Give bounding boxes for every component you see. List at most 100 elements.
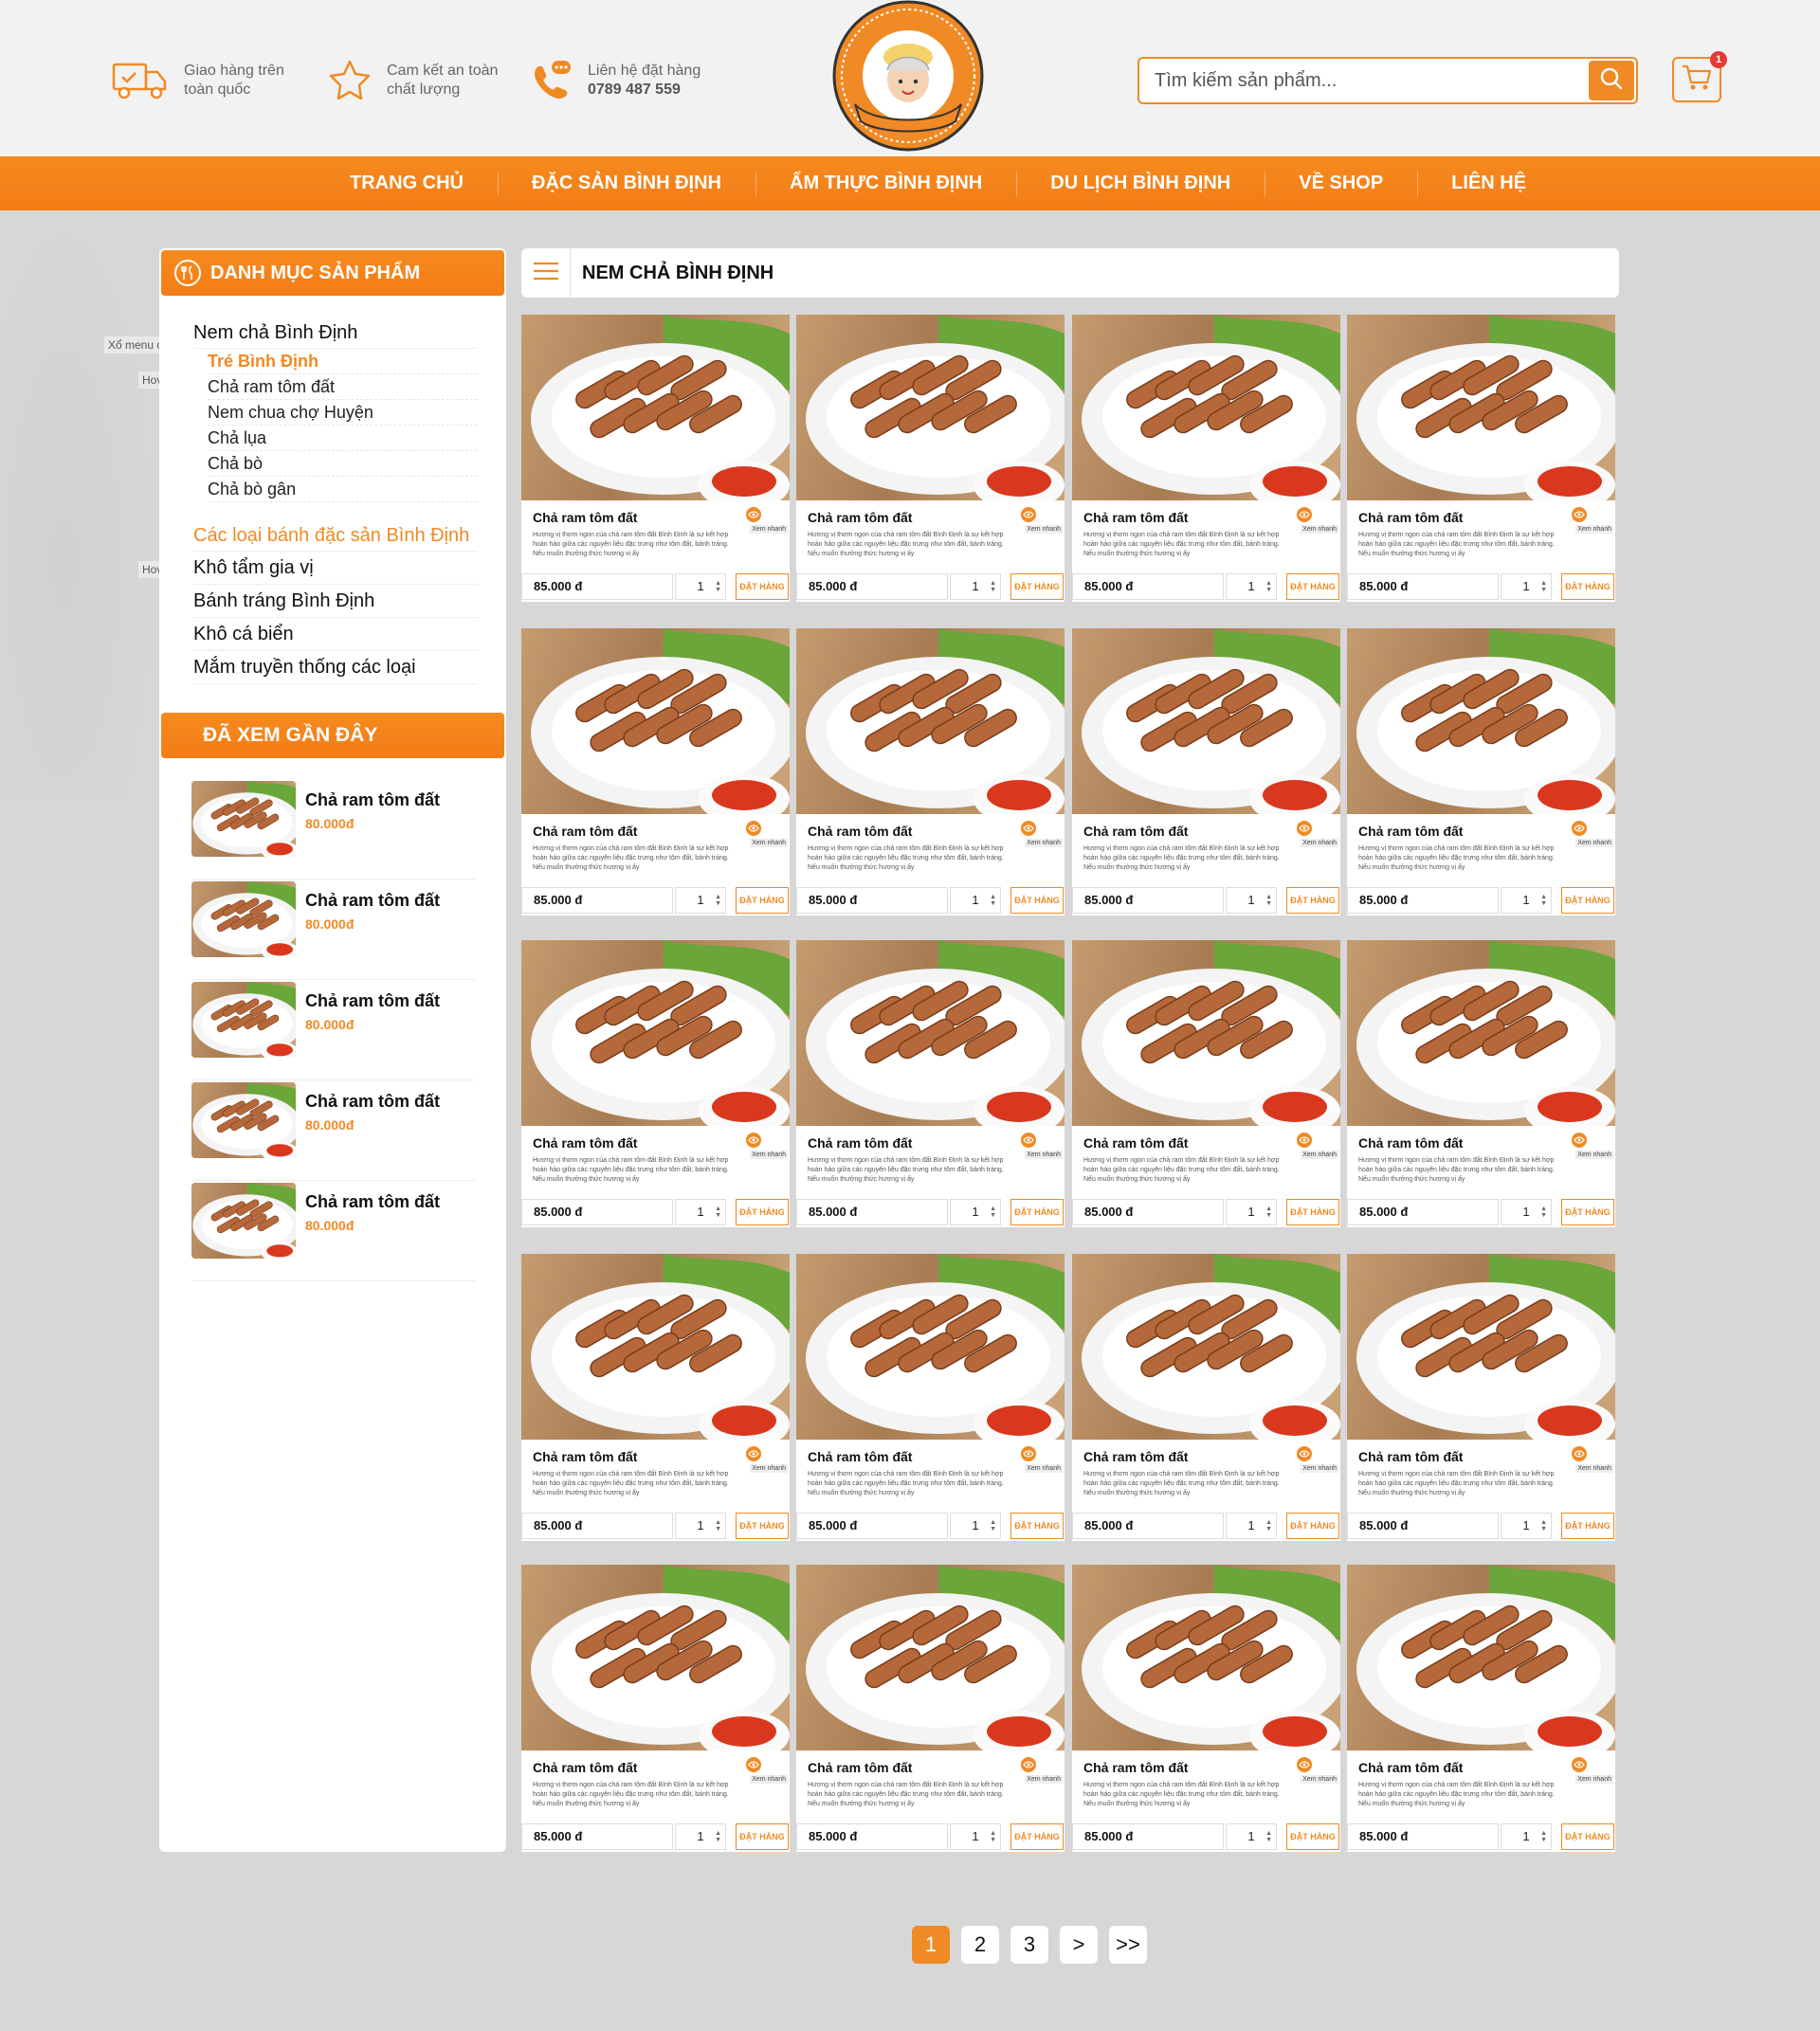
recent-thumbnail[interactable]	[191, 881, 296, 957]
quick-view-label[interactable]: Xem nhanh	[750, 1775, 788, 1784]
quantity-value[interactable]: 1	[697, 579, 703, 593]
next-page-button[interactable]: >	[1060, 1926, 1098, 1964]
logo[interactable]	[830, 0, 986, 152]
category-item[interactable]: Mắm truyền thống các loại	[193, 651, 478, 684]
product-card[interactable]: Chả ram tôm đất Xem nhanh Hương vị thơm ng…	[1072, 1565, 1340, 1852]
eye-icon[interactable]	[746, 507, 761, 522]
nav-item[interactable]: TRANG CHỦ	[316, 156, 498, 210]
page-button[interactable]: 1	[912, 1926, 950, 1964]
quantity-stepper[interactable]: 1 ▲ ▼	[1501, 573, 1552, 600]
last-page-button[interactable]: >>	[1109, 1926, 1147, 1964]
stepper-arrows-icon[interactable]: ▲ ▼	[715, 580, 721, 593]
category-subitem[interactable]: Chả bò gân	[208, 477, 478, 502]
product-image[interactable]	[521, 1565, 790, 1750]
order-button[interactable]: ĐẶT HÀNG	[1010, 1513, 1064, 1539]
product-card[interactable]: Chả ram tôm đất Xem nhanh Hương vị thơm ng…	[1072, 940, 1340, 1227]
quick-view-label[interactable]: Xem nhanh	[1575, 839, 1613, 847]
recent-thumbnail[interactable]	[191, 1082, 296, 1158]
quantity-stepper[interactable]: 1 ▲ ▼	[1226, 1823, 1277, 1850]
product-name[interactable]: Chả ram tôm đất	[808, 510, 912, 525]
product-card[interactable]: Chả ram tôm đất Xem nhanh Hương vị thơm ng…	[796, 1254, 1065, 1541]
product-card[interactable]: Chả ram tôm đất Xem nhanh Hương vị thơm ng…	[1072, 315, 1340, 602]
quantity-stepper[interactable]: 1 ▲ ▼	[1226, 1513, 1277, 1539]
recent-item[interactable]: Chả ram tôm đất 80.000đ	[191, 980, 476, 1080]
stepper-arrows-icon[interactable]: ▲ ▼	[1265, 1830, 1272, 1843]
order-button[interactable]: ĐẶT HÀNG	[1286, 1823, 1339, 1850]
stepper-arrows-icon[interactable]: ▲ ▼	[1265, 894, 1272, 907]
product-image[interactable]	[521, 315, 790, 500]
stepper-arrows-icon[interactable]: ▲ ▼	[990, 894, 996, 907]
quick-view-label[interactable]: Xem nhanh	[1575, 1775, 1613, 1784]
category-subitem[interactable]: Chả bò	[208, 451, 478, 477]
category-item[interactable]: Bánh tráng Bình Định	[193, 585, 478, 618]
quantity-stepper[interactable]: 1 ▲ ▼	[1226, 573, 1277, 600]
product-image[interactable]	[796, 628, 1065, 814]
eye-icon[interactable]	[1297, 1757, 1312, 1772]
quantity-value[interactable]: 1	[1522, 1205, 1529, 1219]
eye-icon[interactable]	[1021, 1133, 1036, 1148]
order-button[interactable]: ĐẶT HÀNG	[1010, 573, 1064, 600]
quick-view-label[interactable]: Xem nhanh	[750, 525, 788, 534]
product-card[interactable]: Chả ram tôm đất Xem nhanh Hương vị thơm ng…	[1347, 940, 1615, 1227]
quick-view-label[interactable]: Xem nhanh	[1025, 1775, 1063, 1784]
quantity-stepper[interactable]: 1 ▲ ▼	[1226, 1199, 1277, 1225]
nav-item[interactable]: DU LỊCH BÌNH ĐỊNH	[1016, 156, 1265, 210]
quantity-stepper[interactable]: 1 ▲ ▼	[675, 1823, 726, 1850]
product-image[interactable]	[1347, 628, 1615, 814]
nav-item[interactable]: ĐẶC SẢN BÌNH ĐỊNH	[498, 156, 755, 210]
quantity-stepper[interactable]: 1 ▲ ▼	[1501, 1513, 1552, 1539]
quantity-stepper[interactable]: 1 ▲ ▼	[675, 573, 726, 600]
quantity-value[interactable]: 1	[697, 1205, 703, 1219]
eye-icon[interactable]	[1021, 507, 1036, 522]
product-name[interactable]: Chả ram tôm đất	[1083, 824, 1188, 839]
product-image[interactable]	[521, 1254, 790, 1440]
product-card[interactable]: Chả ram tôm đất Xem nhanh Hương vị thơm ng…	[796, 940, 1065, 1227]
phone-number[interactable]: 0789 487 559	[588, 81, 720, 100]
stepper-arrows-icon[interactable]: ▲ ▼	[715, 1206, 721, 1219]
quantity-value[interactable]: 1	[1522, 1518, 1529, 1532]
page-button[interactable]: 3	[1010, 1926, 1048, 1964]
recent-item[interactable]: Chả ram tôm đất 80.000đ	[191, 1080, 476, 1181]
product-image[interactable]	[521, 628, 790, 814]
category-subitem[interactable]: Chả lụa	[208, 426, 478, 451]
eye-icon[interactable]	[746, 1133, 761, 1148]
product-card[interactable]: Chả ram tôm đất Xem nhanh Hương vị thơm ng…	[521, 1254, 790, 1541]
product-name[interactable]: Chả ram tôm đất	[808, 1135, 912, 1151]
quick-view-label[interactable]: Xem nhanh	[1301, 1151, 1338, 1159]
quantity-stepper[interactable]: 1 ▲ ▼	[950, 573, 1001, 600]
recent-item[interactable]: Chả ram tôm đất 80.000đ	[191, 779, 476, 879]
eye-icon[interactable]	[1297, 507, 1312, 522]
recent-name[interactable]: Chả ram tôm đất	[305, 1092, 440, 1112]
order-button[interactable]: ĐẶT HÀNG	[1286, 1199, 1339, 1225]
quantity-value[interactable]: 1	[1247, 1829, 1254, 1843]
product-image[interactable]	[521, 940, 790, 1126]
stepper-arrows-icon[interactable]: ▲ ▼	[990, 1830, 996, 1843]
stepper-arrows-icon[interactable]: ▲ ▼	[1540, 580, 1547, 593]
quick-view-label[interactable]: Xem nhanh	[1301, 525, 1338, 534]
product-name[interactable]: Chả ram tôm đất	[808, 1449, 912, 1464]
quantity-value[interactable]: 1	[697, 1829, 703, 1843]
product-image[interactable]	[1347, 1254, 1615, 1440]
product-image[interactable]	[796, 940, 1065, 1126]
product-image[interactable]	[796, 1254, 1065, 1440]
cart-button[interactable]: 1	[1672, 51, 1727, 102]
order-button[interactable]: ĐẶT HÀNG	[1010, 1199, 1064, 1225]
product-card[interactable]: Chả ram tôm đất Xem nhanh Hương vị thơm ng…	[796, 1565, 1065, 1852]
quantity-value[interactable]: 1	[697, 893, 703, 907]
order-button[interactable]: ĐẶT HÀNG	[736, 1199, 789, 1225]
search-input[interactable]	[1139, 59, 1575, 102]
product-name[interactable]: Chả ram tôm đất	[1358, 1449, 1463, 1464]
product-card[interactable]: Chả ram tôm đất Xem nhanh Hương vị thơm ng…	[1347, 1565, 1615, 1852]
order-button[interactable]: ĐẶT HÀNG	[736, 573, 789, 600]
quantity-stepper[interactable]: 1 ▲ ▼	[1501, 887, 1552, 914]
stepper-arrows-icon[interactable]: ▲ ▼	[1265, 1519, 1272, 1532]
product-image[interactable]	[1347, 940, 1615, 1126]
order-button[interactable]: ĐẶT HÀNG	[1561, 1199, 1614, 1225]
eye-icon[interactable]	[1021, 821, 1036, 836]
stepper-arrows-icon[interactable]: ▲ ▼	[1540, 894, 1547, 907]
product-name[interactable]: Chả ram tôm đất	[533, 1135, 637, 1151]
product-name[interactable]: Chả ram tôm đất	[808, 1760, 912, 1775]
product-card[interactable]: Chả ram tôm đất Xem nhanh Hương vị thơm ng…	[1072, 628, 1340, 916]
product-image[interactable]	[1072, 315, 1340, 500]
category-item[interactable]: Khô cá biển	[193, 618, 478, 651]
